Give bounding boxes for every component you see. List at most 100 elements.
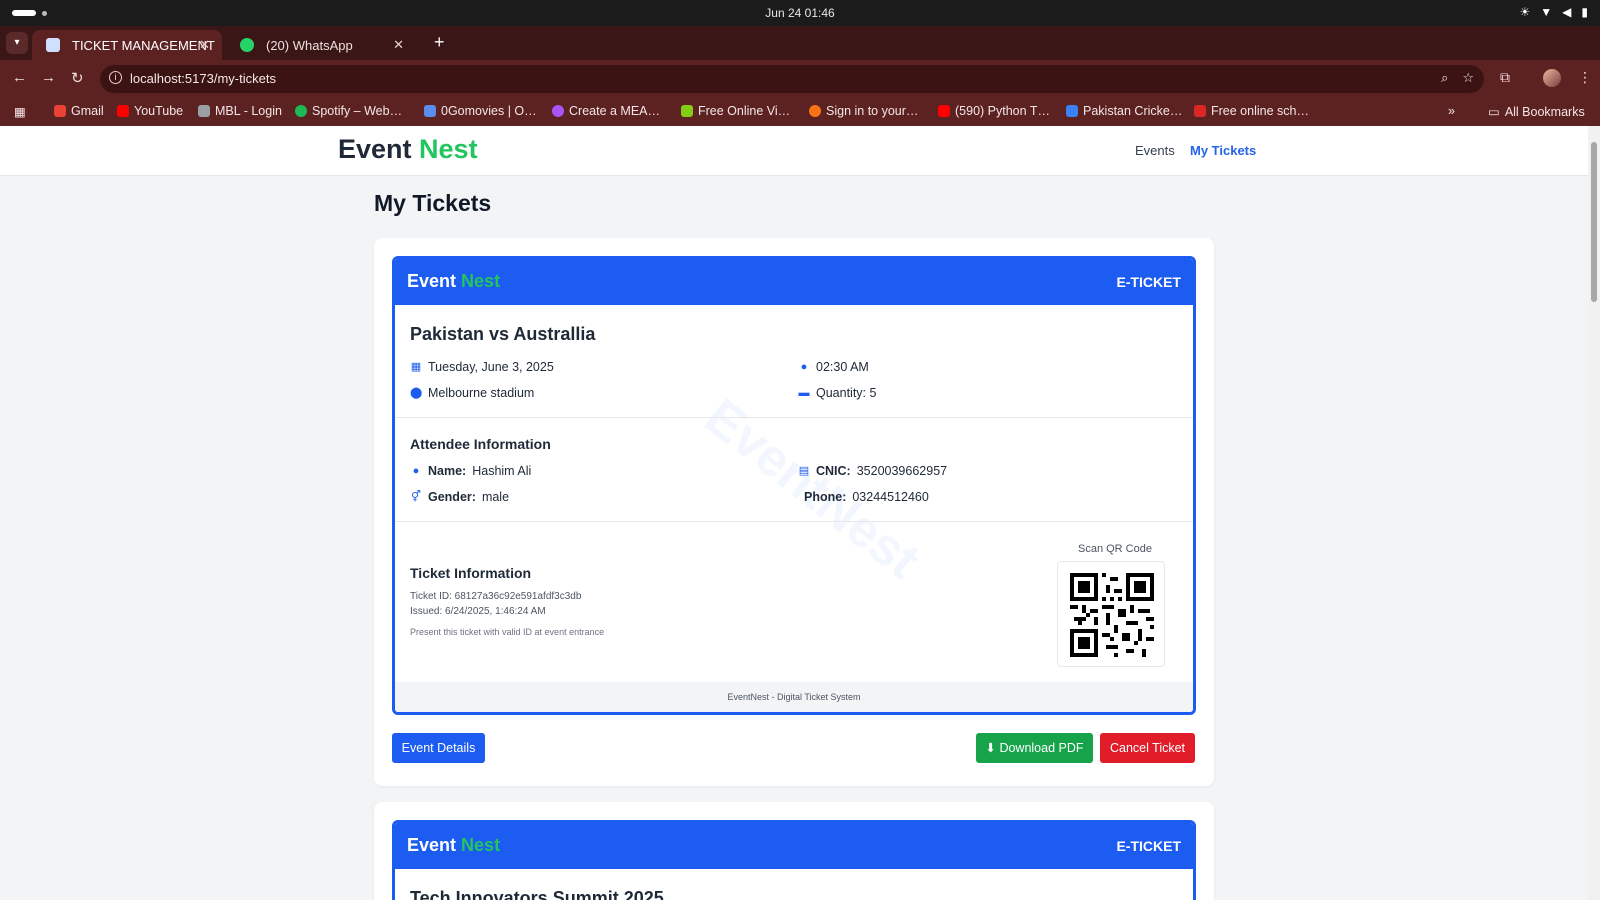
attendee-name: ● Name: Hashim Ali	[410, 464, 532, 478]
movies-icon	[424, 105, 436, 117]
spotify-icon	[295, 105, 307, 117]
attendee-gender: ⚥ Gender: male	[411, 490, 510, 504]
bookmark-spotify[interactable]: Spotify – Web…	[295, 104, 402, 118]
section-divider	[395, 417, 1193, 418]
scrollbar-thumb[interactable]	[1591, 142, 1597, 302]
whatsapp-icon	[240, 38, 254, 52]
attendee-cnic: ▤ CNIC: 3520039662957	[798, 464, 948, 478]
download-pdf-button[interactable]: ⬇ Download PDF	[976, 733, 1093, 763]
event-date: ▦ Tuesday, June 3, 2025	[410, 360, 554, 374]
wifi-icon: ▼	[1540, 5, 1553, 19]
bookmark-create-meal[interactable]: Create a MEA…	[552, 104, 660, 118]
app-favicon-icon	[46, 38, 60, 52]
event-title: Tech Innovators Summit 2025	[410, 888, 664, 900]
nav-events-link[interactable]: Events	[1135, 143, 1175, 158]
download-icon: ⬇	[985, 741, 1000, 755]
bookmark-gmail[interactable]: Gmail	[54, 104, 104, 118]
e-ticket: Event Nest E-TICKET Tech Innovators Summ…	[392, 820, 1196, 900]
os-top-bar: Jun 24 01:46 ☀ ▼ ◀ ▮	[0, 0, 1600, 26]
zoom-icon[interactable]: ⌕	[1441, 70, 1448, 86]
e-ticket: Event Nest E-TICKET EventNest Pakistan v…	[392, 256, 1196, 715]
bookmark-pakistan-cricket[interactable]: Pakistan Cricke…	[1066, 104, 1182, 118]
ticket-card: Event Nest E-TICKET Tech Innovators Summ…	[374, 802, 1214, 900]
e-ticket-badge: E-TICKET	[1116, 838, 1181, 854]
ticket-id: Ticket ID: 68127a36c92e591afdf3c3db	[410, 591, 582, 602]
all-bookmarks-button[interactable]: ▭ All Bookmarks	[1488, 104, 1585, 120]
qr-label: Scan QR Code	[1078, 543, 1152, 555]
close-tab-icon[interactable]: ✕	[393, 37, 404, 53]
user-icon: ●	[412, 465, 420, 477]
url-text: localhost:5173/my-tickets	[130, 71, 276, 86]
new-tab-button[interactable]: +	[434, 32, 445, 53]
event-details-button[interactable]: Event Details	[392, 733, 485, 763]
cricket-icon	[1066, 105, 1078, 117]
youtube-icon	[938, 105, 950, 117]
address-bar[interactable]: i localhost:5173/my-tickets ⌕ ☆	[100, 65, 1484, 93]
bookmark-0gomovies[interactable]: 0Gomovies | O…	[424, 104, 537, 118]
gender-icon: ⚥	[411, 491, 421, 503]
cancel-ticket-button[interactable]: Cancel Ticket	[1100, 733, 1195, 763]
ticket-card: Event Nest E-TICKET EventNest Pakistan v…	[374, 238, 1214, 786]
more-bookmarks-chevron-icon[interactable]: »	[1448, 104, 1455, 118]
download-icon	[681, 105, 693, 117]
bookmark-youtube[interactable]: YouTube	[117, 104, 183, 118]
tab-strip: ▾ TICKET MANAGEMENT ✕ (20) WhatsApp ✕ +	[0, 26, 1600, 60]
page-scrollbar[interactable]	[1588, 126, 1600, 900]
ticket-quantity: ▬ Quantity: 5	[798, 386, 877, 400]
bookmark-python-tutorial[interactable]: (590) Python T…	[938, 104, 1050, 118]
browser-toolbar: ← → ↻ i localhost:5173/my-tickets ⌕ ☆ ⧉ …	[0, 60, 1600, 98]
event-venue: ⬤ Melbourne stadium	[410, 386, 535, 400]
site-info-icon[interactable]: i	[109, 71, 122, 84]
sign-in-icon	[809, 105, 821, 117]
ticket-info-heading: Ticket Information	[410, 565, 532, 581]
id-card-icon: ▤	[798, 465, 810, 477]
tab-title: (20) WhatsApp	[266, 38, 353, 53]
attendee-phone: Phone: 03244512460	[804, 490, 929, 504]
qr-code	[1057, 561, 1165, 667]
bookmark-free-online-video[interactable]: Free Online Vi…	[681, 104, 790, 118]
nav-my-tickets-link[interactable]: My Tickets	[1190, 143, 1256, 158]
tab-title: TICKET MANAGEMENT	[72, 38, 215, 53]
reload-icon[interactable]: ↻	[71, 69, 84, 87]
bookmark-sign-in[interactable]: Sign in to your…	[809, 104, 918, 118]
bookmark-free-online-school[interactable]: Free online sch…	[1194, 104, 1309, 118]
e-ticket-badge: E-TICKET	[1116, 274, 1181, 290]
bookmark-star-icon[interactable]: ☆	[1462, 70, 1474, 86]
system-tray[interactable]: ☀ ▼ ◀ ▮	[1520, 5, 1589, 19]
site-logo[interactable]: Event Nest	[338, 134, 478, 165]
event-title: Pakistan vs Australlia	[410, 324, 596, 344]
qr-code-image	[1070, 573, 1154, 657]
ticket-note: Present this ticket with valid ID at eve…	[410, 627, 605, 637]
attendee-heading: Attendee Information	[410, 436, 551, 452]
bookmarks-bar: ▦ Gmail YouTube MBL - Login Spotify – We…	[0, 98, 1600, 126]
page-viewport[interactable]: Event Nest Events My Tickets My Tickets …	[0, 126, 1588, 900]
ticket-footer: EventNest - Digital Ticket System	[395, 682, 1193, 712]
tab-whatsapp[interactable]: (20) WhatsApp ✕	[226, 30, 416, 60]
back-arrow-icon[interactable]: ←	[12, 69, 27, 86]
profile-avatar[interactable]	[1543, 69, 1561, 87]
ticket-brand: Event Nest	[407, 835, 501, 855]
close-tab-icon[interactable]: ✕	[199, 37, 210, 53]
clock[interactable]: Jun 24 01:46	[0, 6, 1600, 20]
tab-ticket-management[interactable]: TICKET MANAGEMENT ✕	[32, 30, 222, 60]
extensions-icon[interactable]: ⧉	[1500, 69, 1510, 86]
battery-icon: ▮	[1581, 5, 1588, 19]
create-icon	[552, 105, 564, 117]
apps-grid-icon[interactable]: ▦	[14, 104, 26, 119]
volume-icon: ◀	[1562, 5, 1572, 19]
brightness-icon: ☀	[1519, 5, 1531, 19]
folder-icon: ▭	[1488, 105, 1500, 119]
ticket-header: Event Nest E-TICKET	[395, 823, 1193, 869]
ticket-brand: Event Nest	[407, 271, 501, 291]
ticket-icon: ▬	[798, 387, 810, 399]
event-time: ● 02:30 AM	[798, 360, 869, 374]
calendar-icon: ▦	[410, 361, 422, 373]
ticket-issued: Issued: 6/24/2025, 1:46:24 AM	[410, 606, 546, 617]
tab-search-button[interactable]: ▾	[6, 32, 28, 54]
site-header: Event Nest Events My Tickets	[0, 126, 1588, 176]
forward-arrow-icon[interactable]: →	[41, 69, 56, 86]
browser-menu-icon[interactable]: ⋮	[1578, 69, 1592, 86]
bookmark-mbl-login[interactable]: MBL - Login	[198, 104, 282, 118]
gmail-icon	[54, 105, 66, 117]
page-title: My Tickets	[374, 190, 492, 216]
